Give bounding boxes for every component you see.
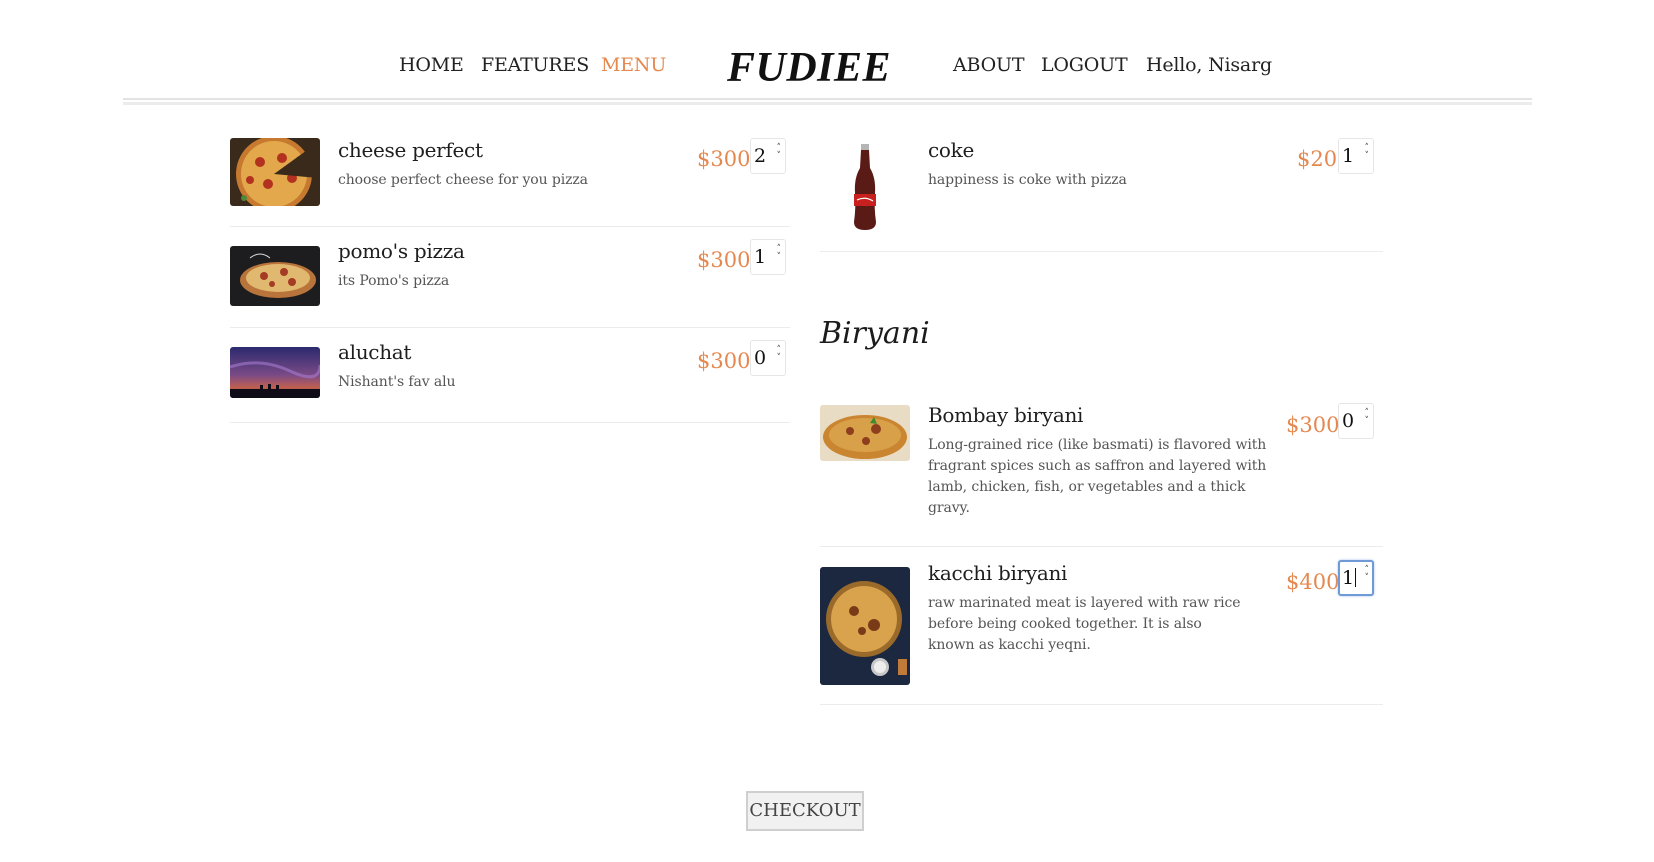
nav-logout[interactable]: LOGOUT <box>1041 54 1128 76</box>
nav-menu[interactable]: MENU <box>601 54 666 76</box>
spin-up-down-icon[interactable]: ˄ ˅ <box>777 346 782 363</box>
user-greeting[interactable]: Hello, Nisarg <box>1146 54 1272 76</box>
item-image-night-sky <box>230 347 320 398</box>
quantity-stepper[interactable]: 1 ˄ ˅ <box>750 239 786 275</box>
item-image-coke-bottle <box>820 138 910 234</box>
checkout-button[interactable]: CHECKOUT <box>746 791 864 831</box>
item-description: its Pomo's pizza <box>338 273 450 289</box>
item-description: choose perfect cheese for you pizza <box>338 172 588 188</box>
menu-left-column: cheese perfect choose perfect cheese for… <box>230 126 790 423</box>
quantity-value: 2 <box>754 145 767 167</box>
nav-about[interactable]: ABOUT <box>953 54 1025 76</box>
item-name: aluchat <box>338 340 412 364</box>
biryani-list: Bombay biryani Long-grained rice (like b… <box>820 391 1383 705</box>
item-price: $400 <box>1286 570 1340 594</box>
item-price: $300 <box>697 349 751 373</box>
quantity-stepper[interactable]: 2 ˄ ˅ <box>750 138 786 174</box>
menu-item: kacchi biryani raw marinated meat is lay… <box>820 547 1383 705</box>
item-name: Bombay biryani <box>928 403 1084 427</box>
quantity-value: 0 <box>1342 410 1355 432</box>
item-name: pomo's pizza <box>338 239 465 263</box>
item-image-pizza <box>230 138 320 206</box>
item-description: happiness is coke with pizza <box>928 172 1127 188</box>
menu-item: cheese perfect choose perfect cheese for… <box>230 126 790 227</box>
item-price: $300 <box>697 248 751 272</box>
item-price: $300 <box>697 147 751 171</box>
top-nav: HOME FEATURES MENU FUDIEE ABOUT LOGOUT H… <box>0 44 1654 91</box>
quantity-value: 0 <box>754 347 767 369</box>
nav-features[interactable]: FEATURES <box>481 54 589 76</box>
item-image-pizza <box>230 246 320 306</box>
quantity-value: 1 <box>754 246 767 268</box>
item-name: kacchi biryani <box>928 561 1068 585</box>
spin-up-down-icon[interactable]: ˄ ˅ <box>1365 144 1370 161</box>
item-description: Nishant's fav alu <box>338 374 456 390</box>
site-logo[interactable]: FUDIEE <box>727 44 891 92</box>
item-image-biryani <box>820 405 910 461</box>
nav-home[interactable]: HOME <box>399 54 464 76</box>
quantity-stepper[interactable]: 1 ˄ ˅ <box>1338 560 1374 596</box>
menu-item: Bombay biryani Long-grained rice (like b… <box>820 391 1383 547</box>
quantity-stepper[interactable]: 0 ˄ ˅ <box>1338 403 1374 439</box>
quantity-stepper[interactable]: 1 ˄ ˅ <box>1338 138 1374 174</box>
item-description: raw marinated meat is layered with raw r… <box>928 595 1241 653</box>
quantity-value: 1 <box>1342 567 1357 589</box>
spin-up-down-icon[interactable]: ˄ ˅ <box>777 144 782 161</box>
menu-right-column: coke happiness is coke with pizza $20 1 … <box>820 126 1383 252</box>
item-name: coke <box>928 138 974 162</box>
spin-up-down-icon[interactable]: ˄ ˅ <box>1365 566 1370 583</box>
spin-up-down-icon[interactable]: ˄ ˅ <box>1365 409 1370 426</box>
menu-item: pomo's pizza its Pomo's pizza $300 1 ˄ ˅ <box>230 227 790 328</box>
menu-item: coke happiness is coke with pizza $20 1 … <box>820 126 1383 252</box>
item-image-biryani <box>820 567 910 685</box>
item-name: cheese perfect <box>338 138 483 162</box>
section-title-biryani: Biryani <box>820 316 930 351</box>
item-description: Long-grained rice (like basmati) is flav… <box>928 437 1267 516</box>
spin-up-down-icon[interactable]: ˄ ˅ <box>777 245 782 262</box>
menu-item: aluchat Nishant's fav alu $300 0 ˄ ˅ <box>230 328 790 423</box>
quantity-stepper[interactable]: 0 ˄ ˅ <box>750 340 786 376</box>
item-price: $300 <box>1286 413 1340 437</box>
item-price: $20 <box>1297 147 1338 171</box>
quantity-value: 1 <box>1342 145 1355 167</box>
header-divider <box>123 98 1532 105</box>
